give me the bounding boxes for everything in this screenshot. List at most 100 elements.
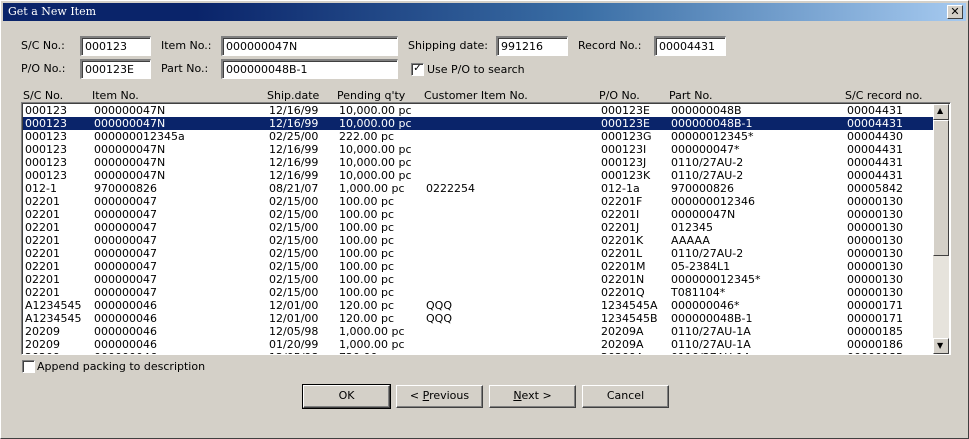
cell-sc-record-no: 00000185 (847, 351, 903, 354)
cell-sc-no: 02201 (25, 286, 60, 299)
cell-sc-record-no: 00000130 (847, 286, 903, 299)
cell-part-no: 000000048B-1 (671, 117, 753, 130)
item-no-input[interactable]: 000000047N (221, 36, 398, 56)
item-no-label: Item No.: (161, 39, 212, 52)
table-row[interactable]: 02201 000000047 02/15/00 100.00 pc 02201F 000… (23, 195, 933, 208)
cell-part-no: T081104* (671, 286, 726, 299)
table-row[interactable]: A1234545 000000046 12/01/00 120.00 pc QQQ 123… (23, 299, 933, 312)
cell-sc-record-no: 00000171 (847, 312, 903, 325)
table-row[interactable]: 02201 000000047 02/15/00 100.00 pc 02201Q T08… (23, 286, 933, 299)
record-no-input[interactable]: 00004431 (654, 36, 726, 56)
cell-ship-date: 02/15/00 (269, 221, 319, 234)
cell-ship-date: 02/15/00 (269, 247, 319, 260)
cell-sc-record-no: 00004431 (847, 169, 903, 182)
cell-item-no: 000000047N (94, 169, 166, 182)
next-button[interactable]: Next > (489, 385, 576, 408)
previous-button[interactable]: < Previous (396, 385, 483, 408)
window-title: Get a New Item (8, 5, 97, 18)
cell-ship-date: 12/16/99 (269, 156, 319, 169)
table-row[interactable]: 000123 000000047N 12/16/99 10,000.00 pc 0001… (23, 143, 933, 156)
scroll-thumb[interactable] (933, 120, 949, 256)
previous-arrow: < (409, 389, 423, 402)
cell-po-no: 1234545B (601, 312, 658, 325)
close-icon: ✕ (950, 5, 960, 18)
cell-sc-record-no: 00005842 (847, 182, 903, 195)
cell-part-no: 0110/27AU-1A (671, 338, 751, 351)
cell-ship-date: 02/15/00 (269, 234, 319, 247)
table-row[interactable]: 02201 000000047 02/15/00 100.00 pc 02201L 011… (23, 247, 933, 260)
cell-sc-no: 02201 (25, 260, 60, 273)
cell-item-no: 000000046 (94, 312, 157, 325)
col-header-ship-date: Ship.date (267, 89, 320, 102)
cell-po-no: 000123G (601, 130, 652, 143)
cell-sc-no: 20209 (25, 351, 60, 354)
table-row[interactable]: 012-1 970000826 08/21/07 1,000.00 pc 0222254… (23, 182, 933, 195)
scroll-up-button[interactable]: ▲ (933, 104, 949, 120)
table-row[interactable]: 20209 000000046 12/05/98 1,000.00 pc 20209A 0… (23, 325, 933, 338)
cell-po-no: 000123E (601, 117, 650, 130)
use-po-label[interactable]: Use P/O to search (427, 63, 525, 76)
cell-sc-record-no: 00000130 (847, 273, 903, 286)
table-row[interactable]: 02201 000000047 02/15/00 100.00 pc 02201I 000… (23, 208, 933, 221)
po-no-input[interactable]: 000123E (80, 59, 151, 79)
cell-part-no: 000000048B-1 (671, 312, 753, 325)
cell-po-no: 02201I (601, 208, 640, 221)
sc-no-input[interactable]: 000123 (80, 36, 151, 56)
cell-ship-date: 12/05/98 (269, 325, 319, 338)
title-bar[interactable]: Get a New Item ✕ (3, 3, 966, 21)
table-row[interactable]: 000123 000000012345a 02/25/00 222.00 pc 0001… (23, 130, 933, 143)
table-row[interactable]: 000123 000000047N 12/16/99 10,000.00 pc 0001… (23, 169, 933, 182)
table-row[interactable]: 20209 000000046 01/20/99 1,000.00 pc 20209A 0… (23, 338, 933, 351)
ok-button[interactable]: OK (302, 384, 391, 409)
cell-sc-no: 012-1 (25, 182, 57, 195)
cell-customer-item-no: 0222254 (426, 182, 475, 195)
col-header-item-no: Item No. (92, 89, 139, 102)
col-header-customer-item-no: Customer Item No. (424, 89, 528, 102)
close-button[interactable]: ✕ (947, 5, 963, 19)
cell-sc-no: 02201 (25, 208, 60, 221)
use-po-checkbox[interactable]: ✓ (411, 63, 424, 76)
scroll-down-button[interactable]: ▼ (933, 338, 949, 354)
cell-part-no: 0110/27AU-1A (671, 351, 751, 354)
cell-ship-date: 12/16/99 (269, 104, 319, 117)
cell-sc-no: 02201 (25, 247, 60, 260)
cell-sc-record-no: 00000186 (847, 338, 903, 351)
cell-pending-qty: 120.00 pc (339, 299, 395, 312)
cell-sc-record-no: 00004431 (847, 104, 903, 117)
table-row[interactable]: 000123 000000047N 12/16/99 10,000.00 pc 0001… (23, 156, 933, 169)
table-row[interactable]: 02201 000000047 02/15/00 100.00 pc 02201M 05-… (23, 260, 933, 273)
cell-pending-qty: 120.00 pc (339, 312, 395, 325)
cell-sc-record-no: 00004431 (847, 143, 903, 156)
table-row[interactable]: A1234545 000000046 12/01/00 120.00 pc QQQ 123… (23, 312, 933, 325)
table-row[interactable]: 02201 000000047 02/15/00 100.00 pc 02201N 000… (23, 273, 933, 286)
shipping-date-input[interactable]: 991216 (496, 36, 568, 56)
cell-pending-qty: 10,000.00 pc (339, 169, 412, 182)
vertical-scrollbar[interactable]: ▲ ▼ (933, 104, 949, 354)
cell-pending-qty: 100.00 pc (339, 286, 395, 299)
cell-po-no: 02201K (601, 234, 644, 247)
cell-pending-qty: 10,000.00 pc (339, 156, 412, 169)
cell-po-no: 02201J (601, 221, 640, 234)
table-row[interactable]: 20209 000000046 12/05/98 720.00 pc 20209A 011… (23, 351, 933, 354)
part-no-input[interactable]: 000000048B-1 (221, 59, 398, 79)
items-list[interactable]: 000123 000000047N 12/16/99 10,000.00 pc 0001… (21, 102, 951, 355)
cell-pending-qty: 100.00 pc (339, 273, 395, 286)
cell-sc-record-no: 00000130 (847, 247, 903, 260)
cell-part-no: 0110/27AU-1A (671, 325, 751, 338)
table-row[interactable]: 02201 000000047 02/15/00 100.00 pc 02201K AAA… (23, 234, 933, 247)
cell-item-no: 000000047 (94, 286, 157, 299)
cell-part-no: 000000047* (671, 143, 740, 156)
append-packing-label[interactable]: Append packing to description (37, 360, 205, 373)
cell-pending-qty: 1,000.00 pc (339, 338, 405, 351)
cell-sc-record-no: 00000130 (847, 195, 903, 208)
cell-ship-date: 01/20/99 (269, 338, 319, 351)
cell-po-no: 02201F (601, 195, 643, 208)
cell-part-no: 05-2384L1 (671, 260, 731, 273)
table-row[interactable]: 000123 000000047N 12/16/99 10,000.00 pc 0001… (23, 104, 933, 117)
table-row[interactable]: 02201 000000047 02/15/00 100.00 pc 02201J 012… (23, 221, 933, 234)
cell-part-no: 0110/27AU-2 (671, 156, 744, 169)
cell-po-no: 012-1a (601, 182, 640, 195)
append-packing-checkbox[interactable] (22, 360, 35, 373)
table-row[interactable]: 000123 000000047N 12/16/99 10,000.00 pc 0001… (23, 117, 933, 130)
cancel-button[interactable]: Cancel (582, 385, 669, 408)
